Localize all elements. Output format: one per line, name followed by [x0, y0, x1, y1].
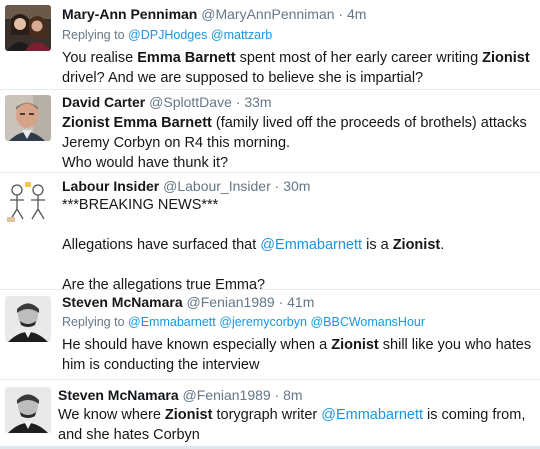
- text-segment: is a: [362, 237, 393, 253]
- replying-to-label: Replying to: [62, 315, 125, 329]
- avatar[interactable]: [5, 387, 51, 433]
- timestamp[interactable]: 4m: [347, 6, 366, 22]
- highlighted-keyword: Zionist: [331, 337, 379, 353]
- replying-to: Replying to @DPJHodges @mattzarb: [62, 27, 534, 44]
- reply-mention[interactable]: @mattzarb: [211, 28, 272, 42]
- user-handle[interactable]: @Labour_Insider: [163, 178, 271, 194]
- tweet[interactable]: Mary-Ann Penniman @MaryAnnPenniman · 4m …: [0, 0, 540, 90]
- separator: ·: [274, 387, 280, 403]
- separator: ·: [235, 94, 241, 110]
- reply-mention[interactable]: @DPJHodges: [128, 28, 207, 42]
- reply-mention[interactable]: @BBCWomansHour: [310, 315, 425, 329]
- tweet-header: Labour Insider @Labour_Insider · 30m: [62, 177, 534, 195]
- text-segment: spent most of her early career writing: [235, 50, 483, 66]
- tweet-header: Steven McNamara @Fenian1989 · 8m: [58, 386, 534, 404]
- tweet-header: Mary-Ann Penniman @MaryAnnPenniman · 4m: [62, 5, 534, 23]
- reply-mention[interactable]: @Emmabarnett: [128, 315, 216, 329]
- tweet-text: You realise Emma Barnett spent most of h…: [62, 48, 534, 88]
- user-handle[interactable]: @Fenian1989: [187, 294, 275, 310]
- mention-link[interactable]: @Emmabarnett: [321, 407, 423, 423]
- text-segment: He should have known especially when a: [62, 337, 332, 353]
- tweet[interactable]: Steven McNamara @Fenian1989 · 8m We know…: [0, 380, 540, 446]
- tweet[interactable]: Steven McNamara @Fenian1989 · 41m Replyi…: [0, 290, 540, 380]
- timestamp[interactable]: 8m: [283, 387, 302, 403]
- avatar[interactable]: [5, 296, 51, 342]
- separator: ·: [278, 294, 284, 310]
- separator: ·: [338, 6, 344, 22]
- highlighted-keyword: Emma Barnett: [137, 50, 236, 66]
- reply-mention[interactable]: @jeremycorbyn: [219, 315, 307, 329]
- highlighted-keyword: Zionist: [482, 50, 530, 66]
- text-segment: torygraph writer: [212, 407, 322, 423]
- tweet-text: He should have known especially when a Z…: [62, 335, 534, 375]
- tweet-header: David Carter @SplottDave · 33m: [62, 93, 534, 111]
- highlighted-keyword: Zionist: [164, 407, 213, 423]
- text-segment: Allegations have surfaced that: [62, 237, 261, 253]
- replying-to-label: Replying to: [62, 28, 125, 42]
- timestamp[interactable]: 33m: [244, 94, 271, 110]
- user-handle[interactable]: @SplottDave: [149, 94, 232, 110]
- text-segment: Who would have thunk it?: [62, 155, 229, 171]
- tweet-text: Zionist Emma Barnett (family lived off t…: [62, 113, 534, 173]
- text-segment: You realise: [62, 50, 138, 66]
- text-segment: We know where: [58, 407, 165, 423]
- user-handle[interactable]: @MaryAnnPenniman: [201, 6, 334, 22]
- text-segment: drivel? And we are supposed to believe s…: [62, 70, 424, 86]
- avatar[interactable]: [5, 95, 51, 141]
- display-name[interactable]: Steven McNamara: [58, 387, 179, 403]
- display-name[interactable]: David Carter: [62, 94, 145, 110]
- replying-to: Replying to @Emmabarnett @jeremycorbyn @…: [62, 314, 534, 331]
- display-name[interactable]: Mary-Ann Penniman: [62, 6, 197, 22]
- tweet-header: Steven McNamara @Fenian1989 · 41m: [62, 293, 534, 311]
- mention-link[interactable]: @Emmabarnett: [260, 237, 362, 253]
- tweet[interactable]: Labour Insider @Labour_Insider · 30m ***…: [0, 173, 540, 293]
- avatar[interactable]: [5, 5, 51, 51]
- tweet-text: We know where Zionist torygraph writer @…: [58, 405, 534, 445]
- highlighted-keyword: Zionist: [392, 237, 441, 253]
- text-segment: .: [440, 237, 445, 253]
- tweet-text: ***BREAKING NEWS*** Allegations have surf…: [62, 195, 534, 295]
- display-name[interactable]: Steven McNamara: [62, 294, 183, 310]
- display-name[interactable]: Labour Insider: [62, 178, 159, 194]
- highlighted-keyword: Zionist Emma Barnett: [62, 115, 212, 131]
- avatar[interactable]: [5, 179, 51, 225]
- timestamp[interactable]: 41m: [287, 294, 314, 310]
- user-handle[interactable]: @Fenian1989: [183, 387, 271, 403]
- timestamp[interactable]: 30m: [283, 178, 310, 194]
- separator: ·: [274, 178, 280, 194]
- text-segment: ***BREAKING NEWS***: [62, 197, 219, 213]
- tweet[interactable]: David Carter @SplottDave · 33m Zionist E…: [0, 90, 540, 173]
